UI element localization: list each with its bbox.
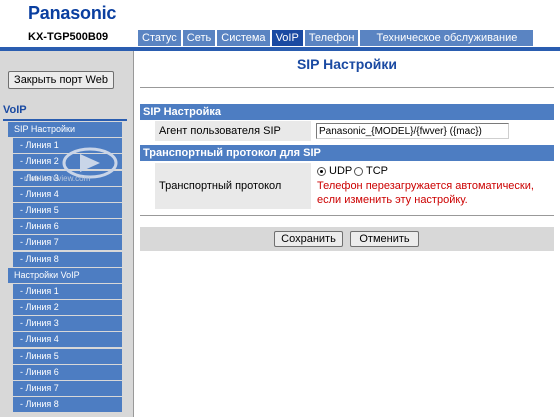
panasonic-logo: Panasonic: [28, 3, 117, 23]
sidebar-item-sip-line-8[interactable]: - Линия 8: [13, 251, 122, 267]
button-bar: Сохранить Отменить: [140, 227, 554, 251]
sidebar: Закрыть порт Web VoIP SIP Настройки - Ли…: [0, 51, 133, 417]
tab-phone[interactable]: Телефон: [304, 30, 359, 46]
top-tabs: Статус Сеть Система VoIP Телефон Техниче…: [138, 30, 534, 46]
sidebar-item-sip-settings[interactable]: SIP Настройки: [8, 122, 122, 137]
sidebar-item-voip-line-4[interactable]: - Линия 4: [13, 332, 122, 348]
sidebar-item-voip-line-7[interactable]: - Линия 7: [13, 381, 122, 396]
sidebar-item-sip-line-1[interactable]: - Линия 1: [13, 138, 122, 154]
user-agent-cell: [312, 121, 554, 141]
udp-option[interactable]: UDP: [317, 165, 352, 177]
sidebar-item-sip-line-7[interactable]: - Линия 7: [13, 235, 122, 251]
page-title: SIP Настройки: [296, 56, 398, 72]
title-divider: [140, 87, 554, 88]
sidebar-item-voip-settings[interactable]: Настройки VoIP: [8, 267, 122, 283]
user-agent-input[interactable]: [316, 123, 509, 139]
tab-status[interactable]: Статус: [138, 30, 181, 46]
user-agent-label: Агент пользователя SIP: [155, 121, 311, 141]
sidebar-menu: SIP Настройки - Линия 1 - Линия 2 - Лини…: [8, 122, 122, 413]
sidebar-divider: [3, 119, 127, 121]
sidebar-item-voip-line-8[interactable]: - Линия 8: [13, 397, 122, 413]
sidebar-item-voip-line-2[interactable]: - Линия 2: [13, 300, 122, 316]
udp-radio[interactable]: [317, 166, 326, 176]
sidebar-item-voip-line-6[interactable]: - Линия 6: [13, 364, 122, 380]
model-name: KX-TGP500B09: [28, 31, 109, 43]
transport-protocol-cell: UDP TCP Телефон перезагружается автомати…: [312, 163, 554, 209]
tcp-option[interactable]: TCP: [354, 165, 388, 177]
tab-maintenance[interactable]: Техническое обслуживание: [360, 30, 534, 46]
tab-system[interactable]: Система: [217, 30, 270, 46]
tab-voip[interactable]: VoIP: [271, 30, 303, 46]
tcp-radio[interactable]: [354, 166, 363, 176]
close-web-port-button[interactable]: Закрыть порт Web: [8, 71, 114, 89]
section-header-sip: SIP Настройка: [140, 104, 554, 120]
sidebar-item-voip-line-1[interactable]: - Линия 1: [13, 283, 122, 299]
restart-warning: Телефон перезагружается автоматически, е…: [317, 180, 534, 206]
transport-protocol-label: Транспортный протокол: [155, 163, 311, 209]
header: Panasonic KX-TGP500B09 Статус Сеть Систе…: [0, 0, 560, 48]
form-divider: [140, 215, 554, 216]
sidebar-item-voip-line-5[interactable]: - Линия 5: [13, 348, 122, 364]
cancel-button[interactable]: Отменить: [350, 231, 419, 247]
sidebar-item-sip-line-2[interactable]: - Линия 2: [13, 154, 122, 170]
tab-network[interactable]: Сеть: [182, 30, 216, 46]
sidebar-item-sip-line-5[interactable]: - Линия 5: [13, 202, 122, 218]
tcp-label: TCP: [366, 165, 388, 177]
sidebar-item-voip-line-3[interactable]: - Линия 3: [13, 316, 122, 332]
sidebar-item-sip-line-6[interactable]: - Линия 6: [13, 219, 122, 235]
sidebar-item-sip-line-3[interactable]: - Линия 3: [13, 170, 122, 186]
sidebar-item-sip-line-4[interactable]: - Линия 4: [13, 186, 122, 202]
section-header-transport: Транспортный протокол для SIP: [140, 145, 554, 161]
sidebar-section-voip: VoIP: [3, 104, 27, 116]
save-button[interactable]: Сохранить: [274, 231, 343, 247]
main-content: SIP Настройки SIP Настройка Агент пользо…: [134, 51, 560, 417]
udp-label: UDP: [329, 165, 353, 177]
